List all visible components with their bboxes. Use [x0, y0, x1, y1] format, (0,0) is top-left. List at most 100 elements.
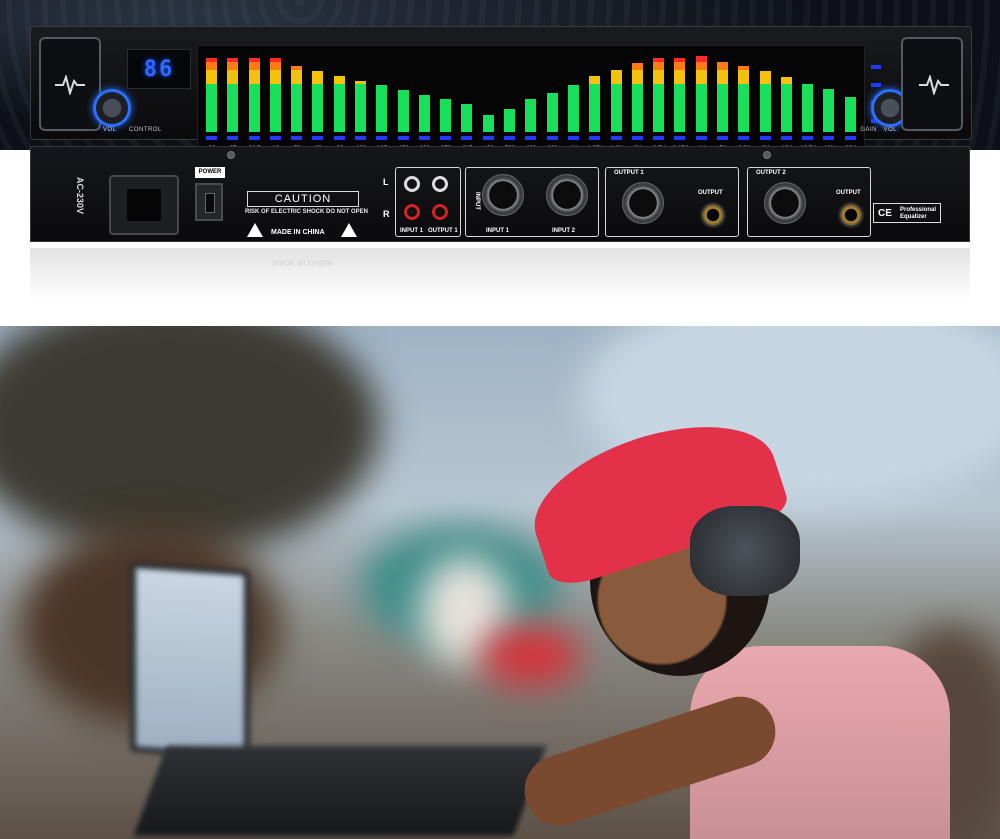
spectrum-bar	[674, 58, 686, 140]
spectrum-bar	[567, 85, 579, 140]
headphones	[690, 506, 800, 596]
rca-input-label: INPUT 1	[400, 228, 424, 234]
bar-peak-cap	[674, 136, 686, 140]
bar-peak-cap	[269, 136, 281, 140]
bar-peak-cap	[653, 136, 665, 140]
bar-peak-cap	[802, 136, 814, 140]
spectrum-bar	[312, 71, 324, 140]
bar-peak-cap	[418, 136, 430, 140]
bar-peak-cap	[504, 136, 516, 140]
vol-label-right: VOL	[883, 127, 897, 133]
dj-photo	[0, 326, 1000, 839]
made-in-label: MADE IN CHINA	[271, 229, 325, 236]
power-switch[interactable]	[195, 183, 223, 221]
spectrum-bar	[397, 90, 409, 140]
channel-right-label: R	[383, 209, 390, 219]
spectrum-bar	[759, 71, 771, 140]
bar-peak-cap	[248, 136, 260, 140]
bar-peak-cap	[206, 136, 217, 140]
spectrum-display: 202531.540506380100125150200250315400500…	[197, 45, 865, 152]
output-2-label: OUTPUT 2	[756, 170, 786, 176]
bar-peak-cap	[610, 136, 622, 140]
caution-title: CAUTION	[247, 191, 359, 207]
trs-output-1[interactable]	[700, 202, 726, 228]
bar-peak-cap	[376, 136, 388, 140]
bar-peak-cap	[759, 136, 771, 140]
bar-peak-cap	[546, 136, 558, 140]
waveform-icon	[55, 75, 85, 95]
rca-input-right[interactable]	[404, 204, 420, 220]
xlr-input-2-label: INPUT 2	[552, 228, 576, 234]
output-2-panel: OUTPUT 2 OUTPUT	[747, 167, 871, 237]
spectrum-bar	[333, 76, 345, 140]
rca-output-left[interactable]	[432, 176, 448, 192]
warning-icon	[247, 223, 263, 237]
bar-peak-cap	[823, 136, 835, 140]
spectrum-bar	[227, 58, 239, 140]
output-1-panel: OUTPUT 1 OUTPUT	[605, 167, 739, 237]
caution-text: RISK OF ELECTRIC SHOCK DO NOT OPEN	[245, 209, 369, 215]
xlr-input-1-label: INPUT 1	[486, 228, 510, 234]
cert-line-1: Professional	[900, 207, 937, 213]
spectrum-bar	[546, 93, 558, 140]
xlr-output-1[interactable]	[622, 182, 664, 224]
bar-peak-cap	[738, 136, 750, 140]
bar-peak-cap	[695, 136, 707, 140]
bar-peak-cap	[227, 136, 239, 140]
spectrum-bar	[631, 63, 643, 140]
vol-label: VOL	[103, 127, 117, 133]
xlr-input-2[interactable]	[546, 174, 588, 216]
ce-mark: CE	[878, 208, 892, 219]
ac-voltage-label: AC-230V	[75, 177, 85, 215]
spectrum-bar	[418, 95, 430, 140]
vol-control-knob[interactable]	[93, 89, 131, 127]
spectrum-bar	[653, 58, 665, 140]
xlr-input-1[interactable]	[482, 174, 524, 216]
power-label: POWER	[195, 167, 225, 178]
spectrum-bar	[525, 99, 537, 140]
bar-peak-cap	[291, 136, 303, 140]
trs-output-2[interactable]	[838, 202, 864, 228]
bar-peak-cap	[461, 136, 473, 140]
xlr-input-panel: INPUT INPUT 1 INPUT 2	[465, 167, 599, 237]
rca-input-left[interactable]	[404, 176, 420, 192]
rear-panel-reflection: MADE IN CHINA	[30, 248, 970, 300]
spectrum-bar	[355, 81, 367, 140]
output-1-trs-label: OUTPUT	[698, 190, 723, 196]
rca-output-right[interactable]	[432, 204, 448, 220]
equalizer-front-panel: VOL CONTROL 86 202531.540506380100125150…	[30, 26, 972, 152]
reflection-made-in: MADE IN CHINA	[272, 258, 333, 267]
rca-output-label: OUTPUT 1	[428, 228, 458, 234]
spectrum-bar	[248, 58, 260, 140]
spectrum-bar	[844, 97, 856, 140]
bar-peak-cap	[567, 136, 579, 140]
gain-label: GAIN	[860, 127, 877, 133]
xlr-output-2[interactable]	[764, 182, 806, 224]
equalizer-rear-panel: AC-230V POWER CAUTION RISK OF ELECTRIC S…	[30, 146, 970, 242]
spectrum-bar	[589, 76, 601, 140]
power-inlet[interactable]	[109, 175, 179, 235]
cert-line-2: Equalizer	[900, 214, 927, 220]
output-1-label: OUTPUT 1	[614, 170, 644, 176]
spectrum-bar	[376, 85, 388, 140]
level-display: 86	[127, 49, 191, 89]
bar-peak-cap	[716, 136, 728, 140]
bar-peak-cap	[525, 136, 537, 140]
bar-peak-cap	[397, 136, 409, 140]
channel-left-label: L	[383, 177, 389, 187]
spectrum-bar	[440, 99, 452, 140]
bar-peak-cap	[631, 136, 643, 140]
bar-peak-cap	[482, 136, 494, 140]
screw	[227, 151, 235, 159]
bar-peak-cap	[440, 136, 452, 140]
bar-peak-cap	[844, 136, 856, 140]
spectrum-bar	[269, 58, 281, 140]
spectrum-bar	[610, 70, 622, 140]
bar-peak-cap	[780, 136, 792, 140]
bar-peak-cap	[355, 136, 367, 140]
certification-badge: CE Professional Equalizer	[873, 203, 941, 223]
spectrum-bar	[802, 84, 814, 140]
bar-peak-cap	[589, 136, 601, 140]
bar-peak-cap	[333, 136, 345, 140]
spectrum-bar	[291, 66, 303, 140]
